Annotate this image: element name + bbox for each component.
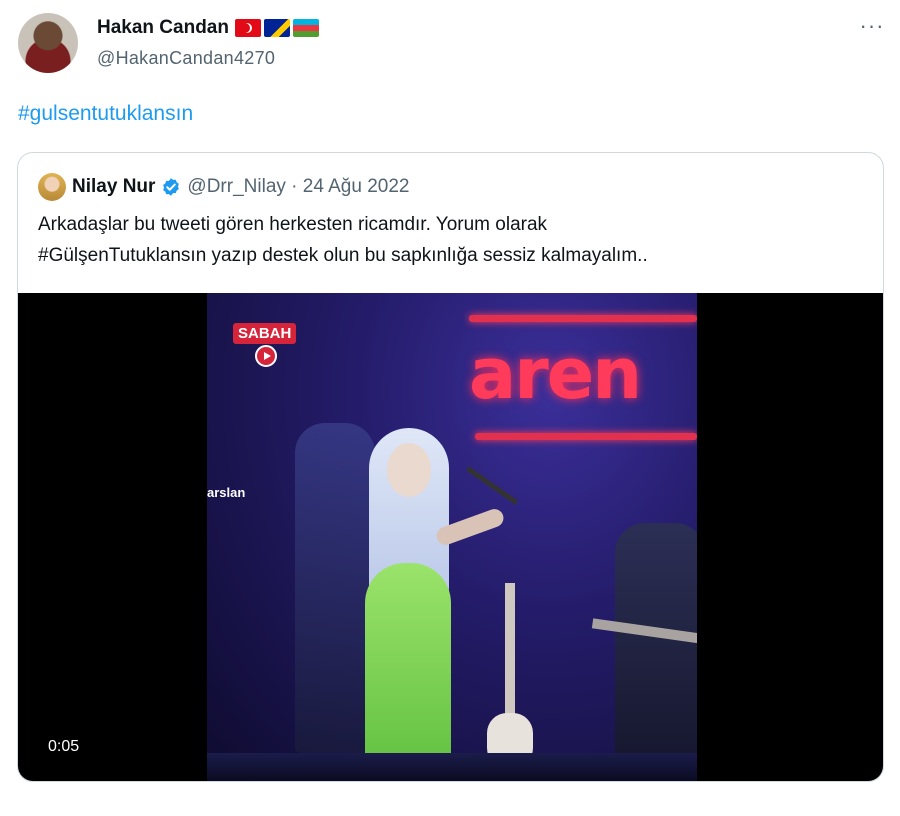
author-avatar[interactable] <box>18 13 78 73</box>
turkey-flag-icon <box>234 19 261 37</box>
author-name[interactable]: Hakan Candan <box>97 17 229 39</box>
singer-dress <box>365 563 451 781</box>
video-caption: arslan <box>207 485 246 500</box>
quoted-tweet-card[interactable]: Nilay Nur @Drr_Nilay · 24 Ağu 2022 Arkad… <box>17 152 884 782</box>
author-handle[interactable]: @HakanCandan4270 <box>97 48 275 69</box>
background-musician <box>295 423 375 753</box>
azerbaijan-flag-icon <box>292 19 319 37</box>
quoted-text-line: Arkadaşlar bu tweeti gören herkesten ric… <box>38 214 548 235</box>
verified-badge-icon <box>163 178 180 196</box>
more-dots-icon[interactable]: ··· <box>858 15 886 40</box>
stage-light-bar <box>469 315 697 322</box>
bosnia-flag-icon <box>263 19 290 37</box>
guitar-neck <box>505 583 515 733</box>
quoted-tweet-header: Nilay Nur @Drr_Nilay · 24 Ağu 2022 <box>38 173 409 201</box>
hashtag-link[interactable]: #gulsentutuklansın <box>18 102 193 126</box>
stage-floor <box>207 753 697 781</box>
author-name-row: Hakan Candan <box>97 17 319 39</box>
flag-emojis <box>234 19 319 37</box>
play-icon <box>255 345 277 367</box>
video-frame: aren SABAH arslan <box>207 293 697 781</box>
guitarist <box>615 523 697 781</box>
quoted-text-line: #GülşenTutuklansın yazıp destek olun bu … <box>38 245 648 266</box>
singer-head <box>387 443 431 497</box>
video-timestamp: 0:05 <box>42 736 86 758</box>
quoted-tweet-text: Arkadaşlar bu tweeti gören herkesten ric… <box>38 209 858 271</box>
quoted-author-avatar[interactable] <box>38 173 66 201</box>
stage-light-bar <box>475 433 697 440</box>
quoted-handle-date[interactable]: @Drr_Nilay · 24 Ağu 2022 <box>187 176 409 198</box>
microphone <box>465 466 519 505</box>
quoted-author-name[interactable]: Nilay Nur <box>72 176 155 198</box>
sabah-logo: SABAH <box>233 323 297 344</box>
arena-sign: aren <box>469 333 642 415</box>
video-player[interactable]: aren SABAH arslan 0:05 <box>18 293 883 781</box>
